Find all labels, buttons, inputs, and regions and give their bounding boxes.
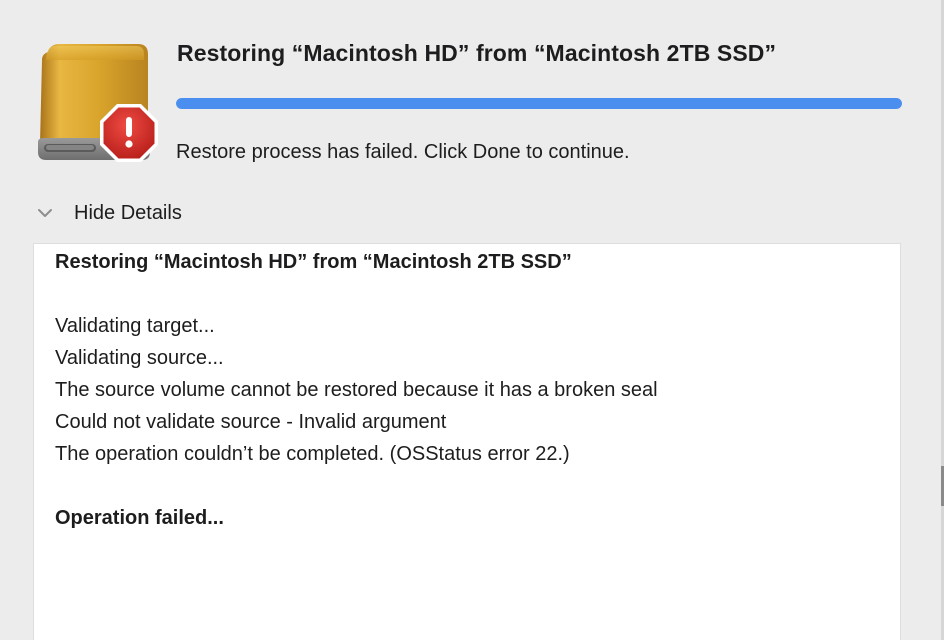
log-line: Could not validate source - Invalid argu… bbox=[55, 411, 447, 433]
log-line: Validating source... bbox=[55, 347, 224, 369]
log-line: The source volume cannot be restored bec… bbox=[55, 379, 658, 401]
log-result: Operation failed... bbox=[55, 507, 224, 529]
restore-progress-fill bbox=[176, 98, 902, 109]
status-message: Restore process has failed. Click Done t… bbox=[176, 141, 630, 163]
hide-details-label[interactable]: Hide Details bbox=[74, 202, 182, 225]
log-title: Restoring “Macintosh HD” from “Macintosh… bbox=[55, 251, 572, 273]
hide-details-toggle[interactable]: Hide Details bbox=[30, 198, 182, 228]
chevron-down-icon[interactable] bbox=[30, 198, 60, 228]
restore-progress-bar bbox=[176, 98, 902, 109]
log-line: The operation couldn’t be completed. (OS… bbox=[55, 443, 570, 465]
external-drive-with-alert-icon bbox=[38, 44, 158, 162]
restore-title: Restoring “Macintosh HD” from “Macintosh… bbox=[177, 40, 777, 66]
log-line: Validating target... bbox=[55, 315, 215, 337]
details-log-panel[interactable]: Restoring “Macintosh HD” from “Macintosh… bbox=[33, 243, 901, 640]
